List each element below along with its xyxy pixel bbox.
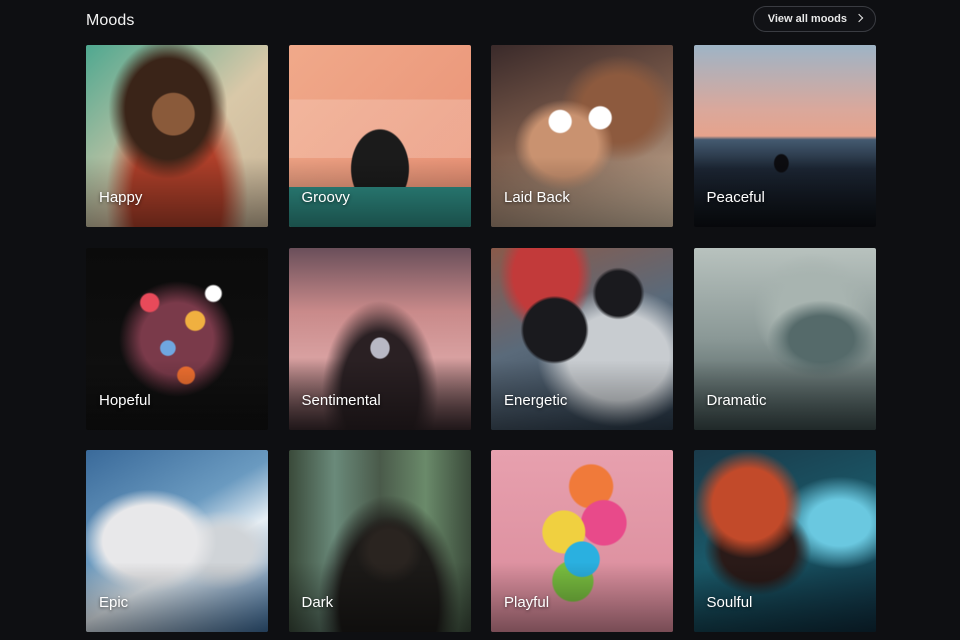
mood-tile-groovy[interactable]: Groovy xyxy=(288,45,471,227)
view-all-label: View all moods xyxy=(767,13,847,25)
moods-page: Moods View all moods Happy Groovy Laid B… xyxy=(0,0,960,640)
mood-label: Energetic xyxy=(504,391,568,409)
moods-header: Moods View all moods xyxy=(86,6,876,32)
mood-tile-happy[interactable]: Happy xyxy=(86,45,268,227)
mood-tile-peaceful[interactable]: Peaceful xyxy=(693,45,876,227)
mood-label: Soulful xyxy=(706,594,753,611)
mood-tile-playful[interactable]: Playful xyxy=(491,450,673,632)
mood-label: Groovy xyxy=(301,189,350,206)
mood-label: Hopeful xyxy=(99,391,151,409)
mood-label: Happy xyxy=(99,189,143,206)
section-title: Moods xyxy=(86,12,135,29)
mood-tile-sentimental[interactable]: Sentimental xyxy=(288,247,471,430)
mood-label: Peaceful xyxy=(706,189,765,206)
mood-tile-soulful[interactable]: Soulful xyxy=(693,450,876,632)
mood-label: Epic xyxy=(99,594,129,611)
moods-grid: Happy Groovy Laid Back Peaceful Hopeful … xyxy=(86,45,876,632)
mood-tile-energetic[interactable]: Energetic xyxy=(491,247,673,430)
mood-tile-dark[interactable]: Dark xyxy=(288,450,471,632)
mood-tile-hopeful[interactable]: Hopeful xyxy=(86,247,268,430)
chevron-right-icon xyxy=(854,13,864,23)
mood-tile-laid-back[interactable]: Laid Back xyxy=(491,45,673,227)
mood-label: Dark xyxy=(301,594,334,611)
mood-label: Playful xyxy=(504,594,550,611)
mood-label: Dramatic xyxy=(706,391,767,409)
mood-tile-epic[interactable]: Epic xyxy=(86,450,268,632)
mood-tile-dramatic[interactable]: Dramatic xyxy=(693,247,876,430)
mood-label: Laid Back xyxy=(504,189,570,206)
view-all-moods-button[interactable]: View all moods xyxy=(752,6,876,32)
mood-label: Sentimental xyxy=(301,391,381,409)
